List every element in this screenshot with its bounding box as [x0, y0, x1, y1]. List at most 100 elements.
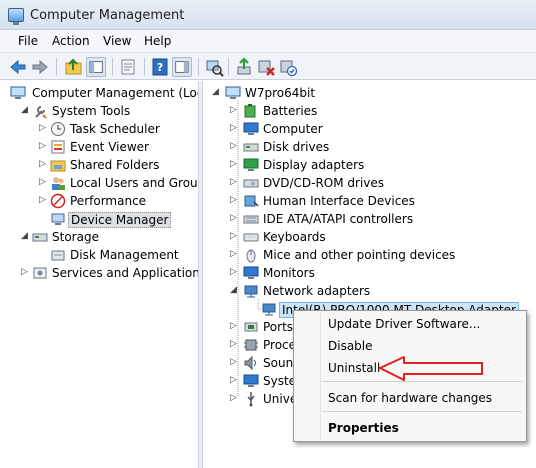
show-hide-action-pane-icon[interactable] — [172, 57, 192, 77]
toolbar-separator — [56, 58, 57, 76]
keyboard-icon — [243, 233, 259, 242]
properties-sheet-icon[interactable] — [118, 57, 138, 77]
menu-properties[interactable]: Properties — [328, 421, 399, 435]
speaker-icon — [244, 355, 256, 371]
expand-arrow-icon[interactable]: ▷ — [229, 196, 238, 205]
expand-arrow-icon[interactable]: ▷ — [229, 394, 238, 403]
event-viewer-icon — [51, 140, 65, 154]
svg-text:?: ? — [157, 61, 163, 74]
window-title: Computer Management — [30, 8, 185, 23]
forward-arrow-icon[interactable] — [30, 57, 50, 77]
context-menu-gutter — [320, 313, 321, 439]
usb-icon — [247, 392, 255, 407]
tree-label: Monitors — [263, 266, 315, 280]
enable-device-icon[interactable] — [278, 57, 298, 77]
tree-label: Keyboards — [263, 230, 326, 244]
expand-arrow-icon[interactable]: ▷ — [229, 340, 238, 349]
expand-arrow-icon[interactable]: ▷ — [229, 142, 238, 151]
tree-label: Ports — [263, 320, 294, 334]
computer-management-icon — [10, 86, 26, 99]
processor-icon — [244, 339, 258, 351]
expand-arrow-icon[interactable]: ▷ — [229, 160, 238, 169]
expand-arrow-icon[interactable]: ▷ — [229, 322, 238, 331]
expand-arrow-icon[interactable]: ▷ — [229, 214, 238, 223]
tree-label: Display adapters — [263, 158, 365, 172]
dvd-drive-icon — [243, 179, 259, 188]
clock-icon — [51, 122, 65, 136]
back-arrow-icon[interactable] — [8, 57, 28, 77]
network-card-icon — [262, 303, 276, 316]
up-folder-icon[interactable] — [64, 57, 84, 77]
menu-uninstall[interactable]: Uninstall — [328, 361, 380, 375]
show-hide-console-tree-icon[interactable] — [86, 57, 106, 77]
expand-arrow-icon[interactable]: ▷ — [38, 160, 47, 169]
tree-label: IDE ATA/ATAPI controllers — [263, 212, 414, 226]
expand-arrow-icon[interactable]: ▷ — [229, 358, 238, 367]
ports-icon — [244, 322, 258, 332]
expand-arrow-icon[interactable]: ▷ — [229, 376, 238, 385]
expand-arrow-icon[interactable]: ▷ — [229, 232, 238, 241]
tree-label: Batteries — [263, 104, 318, 118]
tree-label: Human Interface Devices — [263, 194, 415, 208]
tree-label: Computer Management (Local — [32, 86, 198, 100]
update-driver-icon[interactable] — [234, 57, 254, 77]
menu-disable[interactable]: Disable — [328, 339, 373, 353]
users-icon — [52, 177, 65, 190]
expand-arrow-icon[interactable]: ▷ — [229, 124, 238, 133]
tree-label: Event Viewer — [70, 140, 149, 154]
menu-help[interactable]: Help — [142, 33, 173, 49]
expand-arrow-icon[interactable]: ▷ — [229, 178, 238, 187]
expand-arrow-icon[interactable]: ▷ — [229, 250, 238, 259]
toolbar-separator — [144, 58, 145, 76]
collapse-arrow-icon[interactable]: ◢ — [211, 88, 220, 97]
tree-label: Local Users and Groups — [70, 176, 198, 190]
scan-hardware-icon[interactable] — [204, 57, 224, 77]
collapse-arrow-icon[interactable]: ◢ — [20, 232, 29, 241]
collapse-arrow-icon[interactable]: ◢ — [20, 106, 29, 115]
tree-label: DVD/CD-ROM drives — [263, 176, 385, 190]
console-tree-pane[interactable]: Computer Management (Local ◢ System Tool… — [0, 81, 198, 468]
menu-scan-hardware[interactable]: Scan for hardware changes — [328, 391, 492, 405]
display-adapter-icon — [243, 158, 259, 171]
tree-label: Task Scheduler — [70, 122, 160, 136]
menu-view[interactable]: View — [101, 33, 133, 49]
tree-label: Computer — [263, 122, 323, 136]
expand-arrow-icon[interactable]: ▷ — [38, 196, 47, 205]
expand-arrow-icon[interactable]: ▷ — [38, 124, 47, 133]
tree-label: Mice and other pointing devices — [263, 248, 456, 262]
title-bar: Computer Management — [0, 0, 536, 30]
menu-update-driver[interactable]: Update Driver Software... — [328, 317, 480, 331]
disk-drive-icon — [243, 143, 259, 152]
monitor-icon — [243, 266, 259, 279]
expand-arrow-icon[interactable]: ▷ — [38, 178, 47, 187]
menu-file[interactable]: File — [16, 33, 40, 49]
tree-label: Storage — [52, 230, 99, 244]
tree-label: W7pro64bit — [245, 86, 316, 100]
expand-arrow-icon[interactable]: ▷ — [229, 268, 238, 277]
help-icon[interactable]: ? — [150, 57, 170, 77]
system-tools-icon — [35, 106, 47, 119]
expand-arrow-icon[interactable]: ▷ — [229, 106, 238, 115]
tree-label: Services and Applications — [52, 266, 198, 280]
shared-folder-icon — [50, 160, 66, 172]
menu-action[interactable]: Action — [50, 33, 92, 49]
expand-arrow-icon[interactable]: ▷ — [20, 268, 29, 277]
monitor-icon — [243, 122, 259, 135]
mouse-icon — [246, 249, 256, 263]
network-adapter-icon — [244, 285, 258, 298]
toolbar-separator — [228, 58, 229, 76]
red-pointer-arrow-icon — [379, 356, 483, 381]
disk-management-icon — [51, 250, 65, 261]
uninstall-device-icon[interactable] — [256, 57, 276, 77]
computer-management-icon — [8, 8, 24, 25]
tree-label: Shared Folders — [70, 158, 160, 172]
tree-label: Disk drives — [263, 140, 330, 154]
expand-arrow-icon[interactable]: ▷ — [38, 142, 47, 151]
toolbar: ? — [0, 52, 536, 80]
collapse-arrow-icon[interactable]: ◢ — [229, 286, 238, 295]
menu-bar: File Action View Help — [0, 30, 536, 52]
battery-icon — [244, 104, 256, 118]
tree-label: Network adapters — [263, 284, 371, 298]
storage-icon — [32, 233, 48, 242]
hid-icon — [244, 195, 259, 207]
